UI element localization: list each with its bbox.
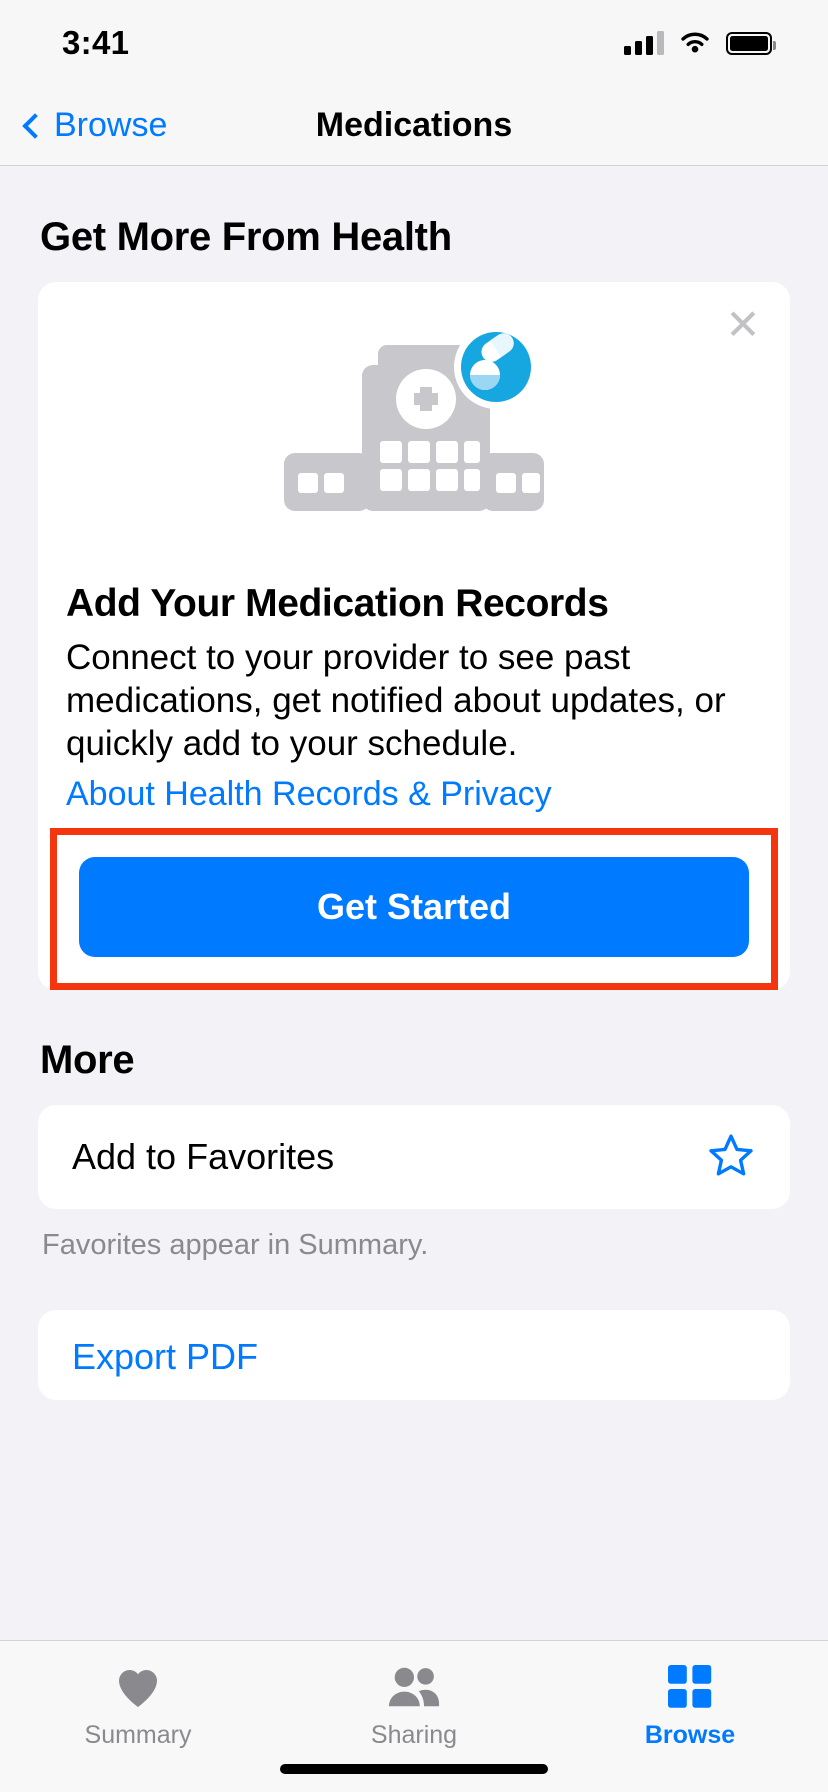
export-pdf-label: Export PDF [72,1336,259,1378]
heart-icon [114,1663,162,1711]
back-button-label: Browse [54,106,168,144]
status-time: 3:41 [62,24,130,61]
grid-icon [666,1663,714,1711]
back-button[interactable]: Browse [22,106,168,145]
get-started-highlight-box: Get Started [50,828,778,991]
chevron-left-icon [22,112,48,139]
add-to-favorites-label: Add to Favorites [72,1136,335,1178]
status-indicators [624,31,776,56]
home-indicator[interactable] [280,1764,548,1774]
cellular-bars-icon [624,31,664,55]
promo-section-heading: Get More From Health [40,215,452,259]
promo-card: ✕ Add Your Medication Records Connect to… [38,282,790,991]
tab-browse-label: Browse [644,1721,736,1749]
hospital-with-pills-badge-illustration [38,282,790,582]
star-outline-icon[interactable] [706,1131,756,1184]
tab-sharing[interactable]: Sharing [276,1663,552,1750]
favorites-note: Favorites appear in Summary. [42,1229,429,1262]
tab-bar: Summary Sharing Browse [0,1640,828,1792]
get-started-button[interactable]: Get Started [79,857,749,958]
people-icon [387,1663,441,1711]
status-bar: 3:41 [0,0,828,86]
tab-sharing-label: Sharing [370,1721,458,1749]
promo-card-text: Connect to your provider to see past med… [66,638,726,764]
add-to-favorites-row[interactable]: Add to Favorites [38,1105,790,1210]
navigation-bar: Browse Medications [0,86,828,166]
tab-summary-label: Summary [84,1721,192,1749]
tab-browse[interactable]: Browse [552,1663,828,1750]
tab-summary[interactable]: Summary [0,1663,276,1750]
wifi-icon [681,32,709,52]
promo-card-body: Add Your Medication Records Connect to y… [38,582,790,814]
about-health-records-link[interactable]: About Health Records & Privacy [66,765,762,814]
export-pdf-row[interactable]: Export PDF [38,1310,790,1401]
scroll-content[interactable]: Get More From Health ✕ Add Your Medicati… [0,167,828,1402]
more-section-heading: More [40,1038,135,1083]
battery-full-icon [726,31,776,55]
promo-card-title: Add Your Medication Records [66,582,609,625]
